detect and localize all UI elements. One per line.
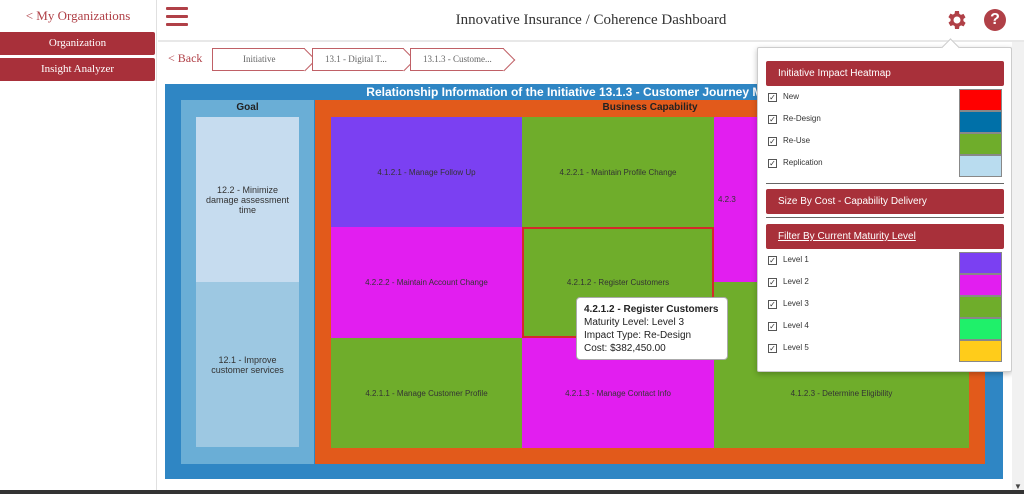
capability-tile[interactable]: 4.2.2.2 - Maintain Account Change	[331, 227, 522, 338]
checkbox[interactable]: ✓	[768, 137, 777, 146]
sidebar: < My Organizations Organization Insight …	[0, 0, 157, 494]
color-swatch	[959, 274, 1002, 296]
back-link[interactable]: < Back	[168, 51, 202, 66]
legend-label: Level 2	[783, 277, 809, 286]
bottom-strip	[0, 490, 1024, 494]
capability-label: 4.1.2.1 - Manage Follow Up	[377, 167, 476, 177]
legend-row-redesign[interactable]: ✓ Re-Design	[766, 111, 1004, 133]
legend-label: Replication	[783, 158, 823, 167]
breadcrumb-initiative[interactable]: Initiative	[212, 48, 305, 71]
checkbox[interactable]: ✓	[768, 344, 777, 353]
capability-label: 4.2.1.3 - Manage Contact Info	[565, 388, 671, 398]
legend-row-new[interactable]: ✓ New	[766, 89, 1004, 111]
maturity-filter-section-header[interactable]: Filter By Current Maturity Level	[766, 224, 1004, 249]
legend-label: Level 4	[783, 321, 809, 330]
capability-tile[interactable]: 4.2.1.1 - Manage Customer Profile	[331, 338, 522, 448]
my-organizations-link[interactable]: < My Organizations	[0, 0, 156, 32]
legend-label: New	[783, 92, 800, 101]
page-title: Innovative Insurance / Coherence Dashboa…	[455, 12, 727, 28]
goal-tile[interactable]: 12.1 - Improve customer services	[196, 282, 299, 447]
goal-label: 12.1 - Improve customer services	[211, 354, 284, 375]
sidebar-item-organization[interactable]: Organization	[0, 32, 155, 55]
capability-tile[interactable]: 4.2.2.1 - Maintain Profile Change	[522, 117, 714, 227]
checkbox[interactable]: ✓	[768, 322, 777, 331]
breadcrumb-digital[interactable]: 13.1 - Digital T...	[312, 48, 404, 71]
color-swatch	[959, 296, 1002, 318]
legend-label: Level 3	[783, 299, 809, 308]
breadcrumb-customer[interactable]: 13.1.3 - Custome...	[410, 48, 504, 71]
capability-tile[interactable]: 4.1.2.1 - Manage Follow Up	[331, 117, 522, 227]
capability-label: 4.2.2.1 - Maintain Profile Change	[559, 167, 677, 177]
legend-row-level-1[interactable]: ✓ Level 1	[766, 252, 1004, 274]
color-swatch	[959, 89, 1002, 111]
color-swatch	[959, 252, 1002, 274]
legend-label: Re-Design	[783, 114, 821, 123]
checkbox[interactable]: ✓	[768, 93, 777, 102]
goal-header: Goal	[236, 102, 259, 113]
sidebar-item-insight-analyzer[interactable]: Insight Analyzer	[0, 58, 155, 81]
header: Innovative Insurance / Coherence Dashboa…	[158, 0, 1024, 42]
vertical-scrollbar[interactable]	[1012, 42, 1024, 494]
legend-row-level-3[interactable]: ✓ Level 3	[766, 296, 1004, 318]
legend-row-reuse[interactable]: ✓ Re-Use	[766, 133, 1004, 155]
legend-label: Level 5	[783, 343, 809, 352]
breadcrumb-label: 13.1.3 - Custome...	[423, 54, 492, 64]
divider	[766, 183, 1004, 184]
legend-label: Re-Use	[783, 136, 811, 145]
breadcrumb-label: 13.1 - Digital T...	[325, 54, 387, 64]
color-swatch	[959, 111, 1002, 133]
help-icon[interactable]: ?	[984, 9, 1006, 31]
checkbox[interactable]: ✓	[768, 278, 777, 287]
goal-label: 12.2 - Minimize damage assessment time	[205, 184, 290, 215]
gear-icon[interactable]	[944, 8, 968, 32]
goal-column: Goal 12.2 - Minimize damage assessment t…	[181, 100, 314, 464]
tooltip-maturity: Maturity Level: Level 3	[584, 317, 685, 328]
color-swatch	[959, 155, 1002, 177]
app-root: < My Organizations Organization Insight …	[0, 0, 1024, 494]
color-swatch	[959, 133, 1002, 155]
heatmap-section-header[interactable]: Initiative Impact Heatmap	[766, 61, 1004, 86]
checkbox[interactable]: ✓	[768, 115, 777, 124]
capability-label: 4.2.1.1 - Manage Customer Profile	[365, 388, 488, 398]
tooltip-cost: Cost: $382,450.00	[584, 343, 666, 354]
checkbox[interactable]: ✓	[768, 300, 777, 309]
maturity-filter-title: Filter By Current Maturity Level	[778, 231, 916, 242]
tooltip-impact: Impact Type: Re-Design	[584, 330, 692, 341]
settings-popover: Initiative Impact Heatmap ✓ New ✓ Re-Des…	[757, 47, 1012, 372]
legend-label: Level 1	[783, 255, 809, 264]
capability-label: 4.2.2.2 - Maintain Account Change	[365, 278, 488, 287]
color-swatch	[959, 318, 1002, 340]
legend-row-level-4[interactable]: ✓ Level 4	[766, 318, 1004, 340]
breadcrumb-label: Initiative	[243, 54, 276, 64]
legend-row-level-5[interactable]: ✓ Level 5	[766, 340, 1004, 362]
capability-label: 4.2.1.2 - Register Customers	[566, 278, 670, 287]
goal-tile[interactable]: 12.2 - Minimize damage assessment time	[196, 117, 299, 282]
capability-label: 4.1.2.3 - Determine Eligibility	[790, 388, 893, 398]
size-by-cost-section-header[interactable]: Size By Cost - Capability Delivery	[766, 189, 1004, 214]
color-swatch	[959, 340, 1002, 362]
capability-tooltip: 4.2.1.2 - Register Customers Maturity Le…	[576, 297, 728, 360]
checkbox[interactable]: ✓	[768, 256, 777, 265]
capability-label: 4.2.3	[718, 195, 736, 204]
legend-row-level-2[interactable]: ✓ Level 2	[766, 274, 1004, 296]
divider	[766, 217, 1004, 218]
checkbox[interactable]: ✓	[768, 159, 777, 168]
legend-row-replication[interactable]: ✓ Replication	[766, 155, 1004, 177]
tooltip-title: 4.2.1.2 - Register Customers	[584, 304, 719, 315]
